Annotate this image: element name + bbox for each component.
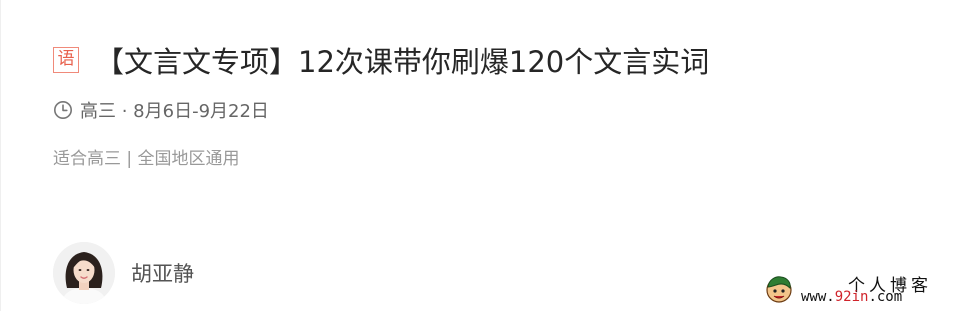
- watermark-url-prefix: www.: [801, 289, 835, 305]
- course-card[interactable]: 语 【文言文专项】12次课带你刷爆120个文言实词 高三 · 8月6日-9月22…: [0, 0, 953, 311]
- course-tags-row: 适合高三 | 全国地区通用: [53, 143, 240, 169]
- course-tags: 适合高三 | 全国地区通用: [53, 148, 240, 169]
- blog-watermark: 个人博客 www.92in.com: [763, 270, 953, 308]
- course-schedule-row: 高三 · 8月6日-9月22日: [53, 97, 269, 123]
- watermark-url: www.92in.com: [801, 289, 902, 305]
- teacher-info[interactable]: 胡亚静: [53, 242, 194, 304]
- course-schedule: 高三 · 8月6日-9月22日: [80, 101, 269, 122]
- watermark-url-suffix: .com: [868, 289, 903, 305]
- course-title-row[interactable]: 语 【文言文专项】12次课带你刷爆120个文言实词: [53, 38, 709, 82]
- course-title[interactable]: 【文言文专项】12次课带你刷爆120个文言实词: [95, 39, 709, 81]
- clock-icon: [54, 101, 72, 119]
- teacher-avatar-image: [53, 242, 115, 304]
- watermark-text: 个人博客 www.92in.com: [801, 271, 946, 307]
- subject-tag-chinese: 语: [53, 47, 79, 73]
- watermark-url-accent: 92in: [834, 289, 869, 305]
- teacher-name[interactable]: 胡亚静: [131, 258, 194, 288]
- teacher-avatar[interactable]: [53, 242, 115, 304]
- cartoon-logo-icon: [766, 276, 792, 303]
